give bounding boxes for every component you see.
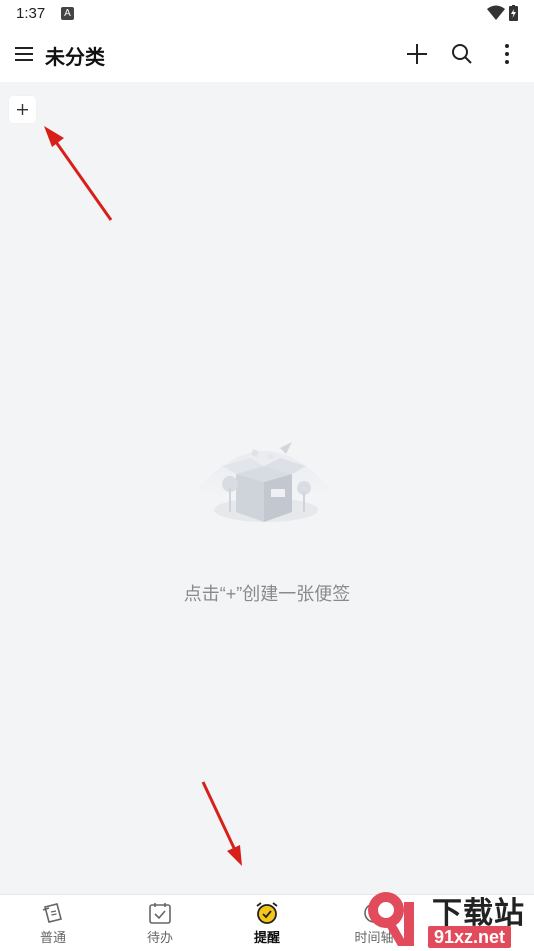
nav-label-reminder: 提醒 xyxy=(253,930,280,945)
empty-state-hint: 点击“+”创建一张便签 xyxy=(183,584,351,604)
nav-item-normal[interactable]: 普通 xyxy=(13,901,93,949)
plus-icon xyxy=(17,104,28,115)
wifi-icon xyxy=(487,5,505,20)
nav-item-reminder[interactable]: 提醒 xyxy=(227,901,307,949)
app-bar: 未分类 xyxy=(0,28,534,82)
watermark-text-domain: 91xz.net xyxy=(428,926,512,948)
menu-icon[interactable] xyxy=(14,43,36,65)
more-vert-icon[interactable] xyxy=(496,42,518,66)
calendar-check-icon xyxy=(149,903,171,924)
nav-label-normal: 普通 xyxy=(39,930,66,945)
page-title: 未分类 xyxy=(45,47,105,69)
watermark-logo-icon xyxy=(368,892,414,946)
status-bar: 1:37 A xyxy=(0,0,534,28)
add-icon[interactable] xyxy=(405,42,429,66)
battery-icon xyxy=(509,5,518,21)
notification-icon: A xyxy=(61,7,74,20)
add-note-button[interactable] xyxy=(9,96,36,123)
site-watermark: 下载站 91xz.net xyxy=(362,886,534,950)
note-icon xyxy=(42,903,62,923)
status-indicators xyxy=(487,5,518,21)
nav-item-todo[interactable]: 待办 xyxy=(120,901,200,949)
empty-box-illustration xyxy=(192,442,336,522)
nav-label-todo: 待办 xyxy=(146,930,173,945)
search-icon[interactable] xyxy=(450,42,474,66)
alarm-clock-icon xyxy=(256,902,278,924)
status-time: 1:37 xyxy=(16,5,46,22)
